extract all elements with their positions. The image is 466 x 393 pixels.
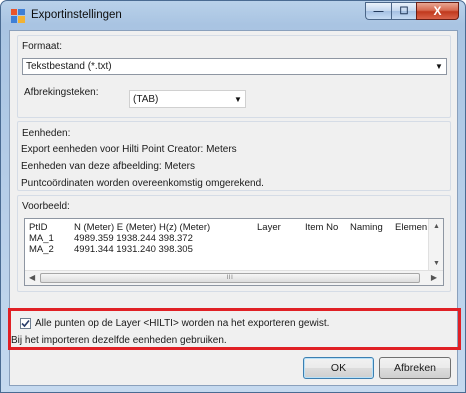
maximize-icon: ☐ [399,5,409,17]
cell-ptid: MA_1 [29,233,54,244]
preview-group: Voorbeeld: PtID N (Meter) E (Meter) H(z)… [17,195,451,292]
preview-header-row: PtID N (Meter) E (Meter) H(z) (Meter) La… [25,222,429,233]
maximize-button[interactable]: ☐ [391,2,416,20]
grip-icon: III [226,275,234,281]
app-icon [11,9,25,23]
column-naming[interactable]: Naming [350,222,383,233]
vertical-scrollbar[interactable]: ▲ ▼ [428,219,443,271]
format-group: Formaat: Tekstbestand (*.txt) ▼ Afbrekin… [17,35,451,118]
import-units-note: Bij het importeren dezelfde eenheden geb… [11,335,227,346]
delimiter-select[interactable]: (TAB) ▼ [129,90,246,108]
scroll-left-icon[interactable]: ◀ [29,273,35,282]
close-icon: X [433,4,442,18]
chevron-down-icon: ▼ [435,62,443,71]
units-line-3: Puntcoördinaten worden overeenkomstig om… [21,178,264,189]
delete-layer-label[interactable]: Alle punten op de Layer <HILTI> worden n… [35,318,329,329]
scroll-thumb[interactable]: III [40,273,420,283]
units-line-2: Eenheden van deze afbeelding: Meters [21,161,196,172]
scroll-up-icon[interactable]: ▲ [433,223,440,230]
scroll-right-icon[interactable]: ▶ [431,273,437,282]
column-element[interactable]: Elemen [395,222,427,233]
cancel-button[interactable]: Afbreken [379,357,451,379]
delimiter-select-value: (TAB) [133,93,159,105]
title-bar[interactable]: Exportinstellingen — ☐ X [1,1,465,30]
preview-label: Voorbeeld: [22,201,70,212]
dialog-body: Formaat: Tekstbestand (*.txt) ▼ Afbrekin… [8,30,461,386]
table-row[interactable]: MA_1 4989.359 1938.244 398.372 [25,233,429,244]
scroll-down-icon[interactable]: ▼ [433,260,440,267]
export-settings-dialog: Exportinstellingen — ☐ X Formaat: Tekstb… [0,0,466,393]
column-item-no[interactable]: Item No [305,222,338,233]
column-coordinates[interactable]: N (Meter) E (Meter) H(z) (Meter) [74,222,210,233]
table-row[interactable]: MA_2 4991.344 1931.240 398.305 [25,244,429,255]
cell-coordinates: 4991.344 1931.240 398.305 [74,244,193,255]
column-layer[interactable]: Layer [257,222,281,233]
cell-ptid: MA_2 [29,244,54,255]
preview-listview[interactable]: PtID N (Meter) E (Meter) H(z) (Meter) La… [24,218,444,286]
units-group: Eenheden: Export eenheden voor Hilti Poi… [17,121,451,191]
units-label: Eenheden: [22,128,71,139]
chevron-down-icon: ▼ [234,94,242,104]
format-label: Formaat: [22,41,63,52]
delimiter-label: Afbrekingsteken: [24,87,99,98]
horizontal-scrollbar[interactable]: ◀ III ▶ [25,270,443,285]
format-select[interactable]: Tekstbestand (*.txt) ▼ [22,58,447,75]
column-ptid[interactable]: PtID [29,222,47,233]
delete-layer-checkbox[interactable] [20,318,31,329]
cell-coordinates: 4989.359 1938.244 398.372 [74,233,193,244]
ok-button[interactable]: OK [303,357,374,379]
units-line-1: Export eenheden voor Hilti Point Creator… [21,144,237,155]
checkmark-icon [21,319,30,328]
close-button[interactable]: X [416,2,459,20]
format-select-value: Tekstbestand (*.txt) [26,61,112,72]
minimize-icon: — [373,5,384,17]
minimize-button[interactable]: — [365,2,391,20]
window-title: Exportinstellingen [31,9,122,21]
